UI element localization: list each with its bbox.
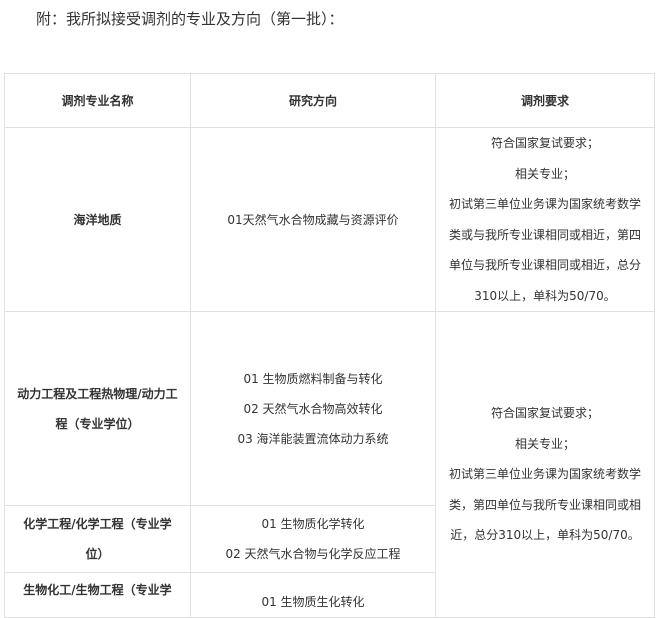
shared-requirements-cell: 符合国家复试要求； 相关专业； 初试第三单位业务课为国家统考数学 类，第四单位与…: [435, 311, 655, 618]
requirement-line: 310以上，单科为50/70。: [474, 288, 616, 303]
direction-cell: 01 生物质化学转化 02 天然气水合物与化学反应工程: [190, 505, 436, 573]
direction-cell: 01 生物质燃料制备与转化 02 天然气水合物高效转化 03 海洋能装置流体动力…: [190, 311, 436, 506]
direction-item: 03 海洋能装置流体动力系统: [237, 431, 389, 446]
table-row: 动力工程及工程热物理/动力工 程（专业学位） 01 生物质燃料制备与转化 02 …: [4, 311, 655, 618]
direction-item: 01天然气水合物成藏与资源评价: [227, 212, 399, 227]
direction-item: 01 生物质生化转化: [261, 595, 365, 609]
major-cell: 海洋地质: [4, 127, 191, 312]
direction-cell: 01天然气水合物成藏与资源评价: [190, 127, 436, 312]
table-header-row: 调剂专业名称 研究方向 调剂要求: [4, 73, 655, 128]
requirement-line: 相关专业；: [514, 436, 575, 451]
major-name: 海洋地质: [73, 212, 122, 227]
major-name: 位）: [85, 547, 110, 561]
header-direction: 研究方向: [190, 73, 436, 128]
direction-item: 01 生物质化学转化: [261, 517, 365, 531]
requirement-line: 相关专业；: [514, 166, 575, 181]
intro-heading: 附：我所拟接受调剂的专业及方向（第一批）：: [36, 10, 344, 28]
requirement-line: 初试第三单位业务课为国家统考数学: [448, 467, 641, 481]
major-name: 程（专业学位）: [55, 416, 140, 431]
header-requirements: 调剂要求: [435, 73, 655, 128]
major-cell: 化学工程/化学工程（专业学 位）: [4, 505, 191, 573]
requirements-cell: 符合国家复试要求； 相关专业； 初试第三单位业务课为国家统考数学 类或与我所专业…: [435, 127, 655, 312]
requirement-line: 符合国家复试要求；: [490, 136, 599, 150]
requirement-line: 初试第三单位业务课为国家统考数学: [448, 197, 641, 211]
major-name: 动力工程及工程热物理/动力工: [17, 386, 178, 401]
requirement-line: 单位与我所专业课相同或相近，总分: [448, 258, 641, 272]
requirement-line: 符合国家复试要求；: [490, 406, 599, 420]
requirement-line: 类或与我所专业课相同或相近，第四: [448, 227, 641, 242]
major-cell: 动力工程及工程热物理/动力工 程（专业学位）: [4, 311, 191, 506]
requirement-line: 类，第四单位与我所专业课相同或相: [448, 497, 641, 512]
direction-item: 02 天然气水合物与化学反应工程: [225, 547, 401, 561]
direction-item: 02 天然气水合物高效转化: [243, 401, 383, 416]
requirement-line: 近，总分310以上，单科为50/70。: [450, 528, 640, 542]
transfer-majors-table: 调剂专业名称 研究方向 调剂要求 海洋地质 01天然气水合物成藏与资源评价 符合…: [4, 73, 655, 618]
table-row: 海洋地质 01天然气水合物成藏与资源评价 符合国家复试要求； 相关专业； 初试第…: [4, 127, 655, 312]
header-major: 调剂专业名称: [4, 73, 191, 128]
major-name: 生物化工/生物工程（专业学: [23, 583, 172, 597]
direction-item: 01 生物质燃料制备与转化: [243, 371, 383, 386]
major-name: 化学工程/化学工程（专业学: [23, 517, 172, 531]
